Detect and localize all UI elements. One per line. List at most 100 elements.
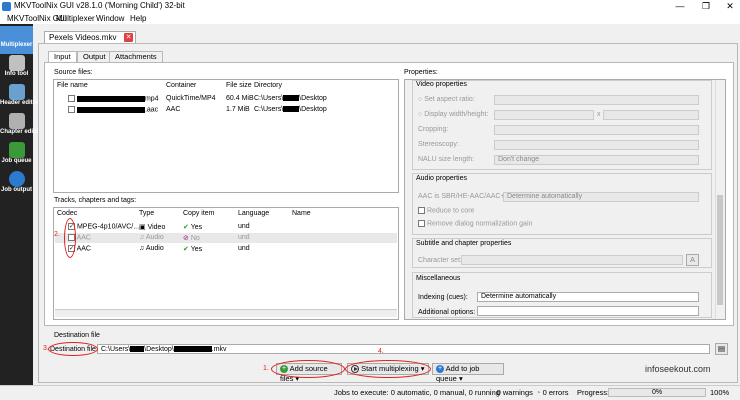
sbr-select[interactable]: Determine automatically [503,192,699,202]
info-tool-icon [8,55,25,71]
header-editor-icon [8,84,25,100]
menu-window[interactable]: Window [96,13,124,24]
annotation-1: 1. [263,365,269,372]
sidebar-item-multiplexer[interactable]: Multiplexer [0,26,33,54]
col-language[interactable]: Language [238,210,269,217]
col-file-size[interactable]: File size [226,82,252,89]
additional-options-input[interactable] [477,306,699,316]
sidebar-item-info-tool[interactable]: Info tool [0,55,33,83]
col-directory[interactable]: Directory [254,82,282,89]
cell-type: ♫ Audio [139,245,164,252]
aspect-ratio-radio[interactable]: ○ Set aspect ratio: [418,96,475,103]
table-row[interactable]: ✓ MPEG-4p10/AVC/... [68,223,139,230]
col-codec[interactable]: Codec [57,210,77,217]
queue-icon: + [436,365,444,374]
cropping-field[interactable] [494,125,699,135]
col-container[interactable]: Container [166,82,196,89]
x-label: x [597,111,601,118]
file-icon [68,95,75,102]
tab-input[interactable]: Input [48,51,77,62]
tab-attachments[interactable]: Attachments [109,51,163,62]
cell-copy: ✔ Yes [183,246,203,253]
maximize-button[interactable]: ❐ [694,0,718,12]
progress-bar: 0% [608,388,706,397]
minimize-button[interactable]: — [668,0,692,12]
audio-properties-title: Audio properties [416,175,467,182]
annotation-ellipse-3 [48,342,98,356]
redacted-name [76,95,145,102]
destination-input[interactable]: C:\Users\ \Desktop\ .mkv [97,344,710,354]
menu-multiplexer[interactable]: Multiplexer [56,13,95,24]
check-icon: ✔ [183,246,189,253]
cell-copy: ⊘ No [183,235,200,242]
tracks-label: Tracks, chapters and tags: [54,197,137,204]
display-height-field[interactable] [603,110,699,120]
errors-status[interactable]: ◔ 0 errors [536,388,568,397]
subtitle-properties-title: Subtitle and chapter properties [416,240,512,247]
menu-help[interactable]: Help [130,13,146,24]
disabled-row-bg [55,233,397,243]
cell-type: ♫ Audio [139,234,164,241]
sidebar-item-job-output[interactable]: Job output [0,171,33,199]
cell-type: ▣ Video [139,224,166,231]
aspect-ratio-select[interactable] [494,95,699,105]
jobs-status: Jobs to execute: 0 automatic, 0 manual, … [334,388,500,397]
close-tab-icon[interactable]: ✕ [124,33,133,42]
annotation-ellipse-2 [64,218,76,258]
indexing-select[interactable]: Determine automatically [477,292,699,302]
charset-preview-button[interactable]: A [686,254,699,266]
file-tab-label: Pexels Videos.mkv [49,33,117,42]
file-icon [68,106,75,113]
remove-gain-checkbox[interactable]: Remove dialog normalization gain [418,220,532,227]
annotation-4: 4. [378,348,384,355]
job-output-icon [8,171,25,187]
cell-language: und [238,223,250,230]
charset-select[interactable] [461,255,683,265]
no-icon: ⊘ [183,235,189,242]
tracks-list[interactable]: Codec Type Copy item Language Name ✓ MPE… [53,207,399,320]
col-file-name[interactable]: File name [57,82,88,89]
table-row[interactable]: .aac [68,106,158,113]
sidebar-item-chapter-editor[interactable]: Chapter editor [0,113,41,141]
file-tab[interactable]: Pexels Videos.mkv ✕ [44,31,136,43]
sidebar-item-header-editor[interactable]: Header editor [0,84,39,112]
cell-directory: C:\Users\ \Desktop [254,106,327,113]
col-copy-item[interactable]: Copy item [183,210,215,217]
table-row[interactable]: mp4 [68,95,159,102]
cropping-label: Cropping: [418,126,449,133]
multiplexer-icon [8,26,25,42]
video-properties-title: Video properties [416,81,467,88]
add-to-job-queue-button[interactable]: + Add to job queue ▾ [432,363,504,383]
col-name[interactable]: Name [292,210,311,217]
source-files-list[interactable]: File name Container File size Directory … [53,79,399,193]
cell-directory: C:\Users\ \Desktop [254,95,327,102]
window-title: MKVToolNix GUI v28.1.0 ('Morning Child')… [14,1,185,10]
close-button[interactable]: ✕ [718,0,740,12]
stereoscopy-select[interactable] [494,140,699,150]
annotation-ellipse-4 [345,360,431,378]
properties-scrollbar[interactable] [715,80,725,319]
horizontal-scrollbar[interactable] [55,309,397,317]
browse-destination-button[interactable]: ▤ [715,343,728,355]
tab-output[interactable]: Output [77,51,112,62]
additional-options-label: Additional options: [418,309,476,316]
redacted-name [76,106,145,113]
warnings-status[interactable]: ◔ 0 warnings [490,388,533,397]
sidebar-item-job-queue[interactable]: Job queue [0,142,33,170]
cell-container: QuickTime/MP4 [166,95,216,102]
check-icon: ✔ [183,224,189,231]
col-type[interactable]: Type [139,210,154,217]
destination-label: Destination file [54,332,100,339]
nalu-select[interactable]: Don't change [494,155,699,165]
cell-size: 1.7 MiB [226,106,250,113]
annotation-2: 2. [54,231,60,238]
misc-title: Miscellaneous [416,275,461,282]
sbr-label: AAC is SBR/HE-AAC/AAC+: [418,193,507,200]
watermark: infoseekout.com [645,364,711,374]
display-size-radio[interactable]: ○ Display width/height: [418,111,488,118]
display-width-field[interactable] [494,110,594,120]
reduce-core-checkbox[interactable]: Reduce to core [418,207,474,214]
cell-container: AAC [166,106,181,113]
stereoscopy-label: Stereoscopy: [418,141,459,148]
cell-copy: ✔ Yes [183,224,203,231]
